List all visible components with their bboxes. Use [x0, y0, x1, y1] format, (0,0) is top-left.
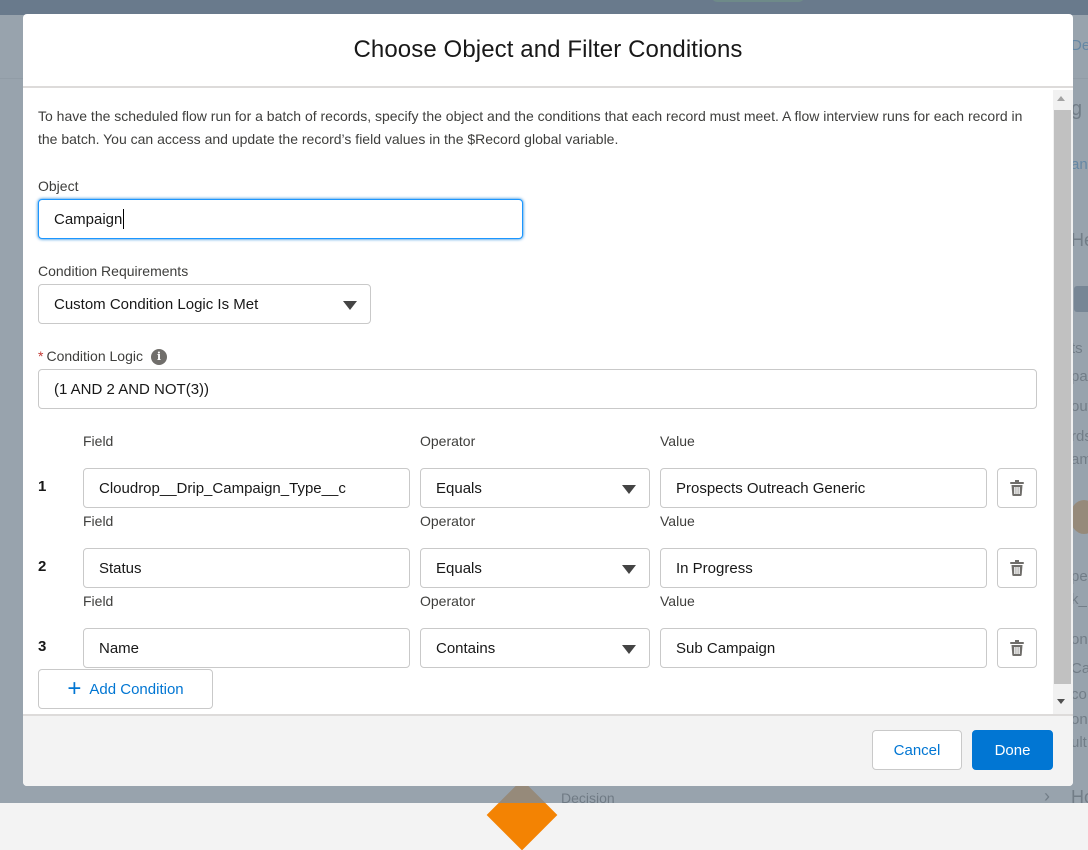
- value-column-label: Value: [660, 433, 695, 449]
- condition-field-value: Status: [99, 559, 142, 577]
- add-condition-button[interactable]: + Add Condition: [38, 669, 213, 709]
- condition-logic-label: Condition Logic: [46, 348, 143, 364]
- delete-condition-button[interactable]: [997, 548, 1037, 588]
- condition-requirements-value: Custom Condition Logic Is Met: [54, 295, 259, 313]
- condition-field-input[interactable]: Cloudrop__Drip_Campaign_Type__c: [83, 468, 410, 508]
- operator-column-label: Operator: [420, 433, 476, 449]
- scroll-down-arrow-icon[interactable]: [1057, 699, 1065, 704]
- modal-body: To have the scheduled flow run for a bat…: [23, 90, 1073, 714]
- chevron-down-icon: [622, 565, 636, 574]
- delete-condition-button[interactable]: [997, 468, 1037, 508]
- object-input[interactable]: Campaign: [38, 199, 523, 239]
- condition-row-number: 1: [38, 478, 47, 495]
- operator-column-label: Operator: [420, 513, 476, 529]
- done-button[interactable]: Done: [972, 730, 1053, 770]
- trash-icon: [1010, 640, 1024, 656]
- condition-logic-input[interactable]: (1 AND 2 AND NOT(3)): [38, 369, 1037, 409]
- condition-logic-label-group: * Condition Logic i: [38, 348, 167, 365]
- chevron-down-icon: [622, 485, 636, 494]
- scroll-up-arrow-icon[interactable]: [1057, 96, 1065, 101]
- required-marker: *: [38, 348, 44, 364]
- condition-logic-value: (1 AND 2 AND NOT(3)): [54, 380, 210, 398]
- modal-header: Choose Object and Filter Conditions: [23, 14, 1073, 88]
- scrollbar-thumb[interactable]: [1054, 110, 1071, 684]
- condition-row-number: 2: [38, 558, 47, 575]
- modal-title: Choose Object and Filter Conditions: [353, 36, 743, 63]
- plus-icon: +: [67, 675, 82, 702]
- field-column-label: Field: [83, 433, 114, 449]
- condition-field-value: Cloudrop__Drip_Campaign_Type__c: [99, 479, 346, 497]
- condition-value-text: Prospects Outreach Generic: [676, 479, 866, 497]
- field-column-label: Field: [83, 593, 114, 609]
- condition-operator-select[interactable]: Equals: [420, 468, 650, 508]
- condition-operator-select[interactable]: Equals: [420, 548, 650, 588]
- cancel-button[interactable]: Cancel: [872, 730, 962, 770]
- condition-field-input[interactable]: Name: [83, 628, 410, 668]
- condition-operator-value: Equals: [436, 559, 482, 577]
- choose-object-modal: Choose Object and Filter Conditions To h…: [23, 14, 1073, 786]
- value-column-label: Value: [660, 513, 695, 529]
- condition-value-input[interactable]: Sub Campaign: [660, 628, 987, 668]
- trash-icon: [1010, 480, 1024, 496]
- condition-requirements-select[interactable]: Custom Condition Logic Is Met: [38, 284, 371, 324]
- condition-operator-value: Equals: [436, 479, 482, 497]
- object-label: Object: [38, 178, 79, 194]
- object-input-value: Campaign: [54, 210, 123, 228]
- field-column-label: Field: [83, 513, 114, 529]
- intro-text: To have the scheduled flow run for a bat…: [38, 108, 1023, 147]
- trash-icon: [1010, 560, 1024, 576]
- add-condition-label: Add Condition: [89, 680, 184, 698]
- chevron-down-icon: [622, 645, 636, 654]
- condition-operator-value: Contains: [436, 639, 496, 657]
- text-cursor: [123, 209, 125, 229]
- chevron-down-icon: [343, 301, 357, 310]
- operator-column-label: Operator: [420, 593, 476, 609]
- condition-row-number: 3: [38, 638, 47, 655]
- info-icon[interactable]: i: [150, 349, 167, 365]
- value-column-label: Value: [660, 593, 695, 609]
- delete-condition-button[interactable]: [997, 628, 1037, 668]
- condition-value-input[interactable]: In Progress: [660, 548, 987, 588]
- condition-requirements-label: Condition Requirements: [38, 263, 189, 279]
- condition-operator-select[interactable]: Contains: [420, 628, 650, 668]
- condition-field-value: Name: [99, 639, 140, 657]
- condition-value-text: In Progress: [676, 559, 753, 577]
- condition-value-input[interactable]: Prospects Outreach Generic: [660, 468, 987, 508]
- condition-field-input[interactable]: Status: [83, 548, 410, 588]
- condition-value-text: Sub Campaign: [676, 639, 776, 657]
